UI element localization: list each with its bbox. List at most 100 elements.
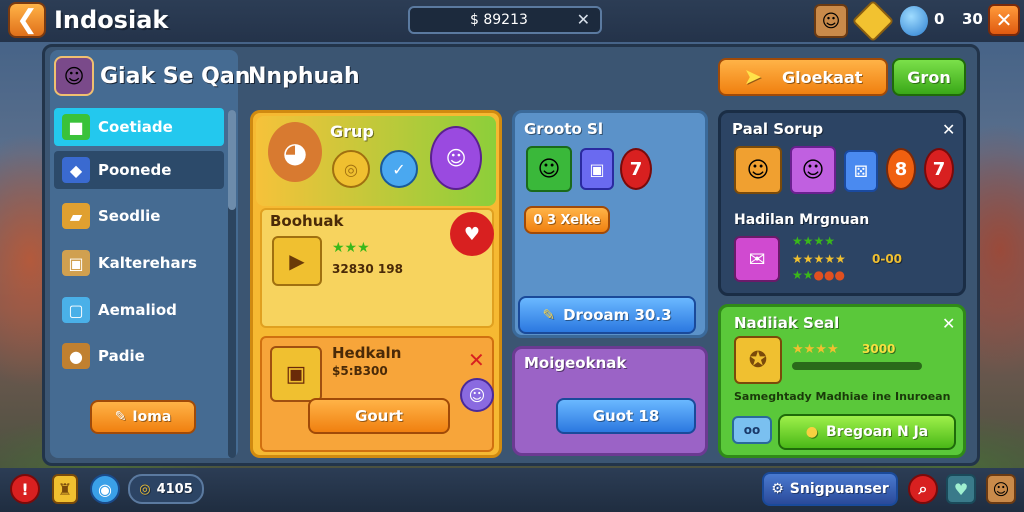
sidebar-item-coetiade[interactable]: ■ Coetiade <box>54 108 224 146</box>
secondary-header-button[interactable]: Gron <box>892 58 966 96</box>
envelope-icon: ✉ <box>734 236 780 282</box>
sidebar-item-label: Poonede <box>98 161 172 179</box>
profile-avatar[interactable]: ☺ <box>986 474 1016 504</box>
sidebar-scroll-thumb[interactable] <box>228 110 236 210</box>
settings-icon: ⚙ <box>771 481 784 497</box>
progress-bar <box>792 362 922 370</box>
pencil-icon: ✎ <box>542 306 556 324</box>
sidebar-item-label: Padie <box>98 347 145 365</box>
currency-b-value: 30 <box>962 10 983 28</box>
currency-search-field[interactable]: $ 89213 ✕ <box>408 6 602 34</box>
grooto-title: Grooto Sl <box>524 120 603 138</box>
character-face-icon: ☺ <box>63 64 85 88</box>
guot-button[interactable]: Guot 18 <box>556 398 696 434</box>
item-boohuak-title: Boohuak <box>270 212 344 230</box>
red-badge: 7 <box>924 148 954 190</box>
blue-dice-icon: ⚄ <box>844 150 878 192</box>
rating-stars: ★★★★ <box>792 234 836 248</box>
item-boohuak-price: 32830 198 <box>332 262 403 276</box>
blue-box-icon: ▢ <box>62 297 90 323</box>
sidebar-item-kalterehars[interactable]: ▣ Kalterehars <box>54 244 224 282</box>
app-title: Indosiak <box>54 6 169 34</box>
xelke-button[interactable]: 0 3 Xelke <box>524 206 610 234</box>
sidebar-item-label: Seodlie <box>98 207 161 225</box>
search-icon[interactable]: ⌕ <box>908 474 938 504</box>
red-badge: 7 <box>620 148 652 190</box>
clear-icon[interactable]: ✕ <box>577 10 590 29</box>
close-card-icon[interactable]: ✕ <box>942 120 955 139</box>
close-button[interactable]: ✕ <box>988 4 1020 36</box>
sidebar-item-padie[interactable]: ● Padie <box>54 337 224 375</box>
hero-portrait-icon: ☺ <box>734 146 782 194</box>
treasure-chest-icon: ▣ <box>270 346 322 402</box>
character-portrait-icon: ☺ <box>526 146 572 192</box>
smiley-icon: ☺ <box>460 378 494 412</box>
lion-emblem-icon: ✪ <box>734 336 782 384</box>
close-icon: ✕ <box>995 8 1013 32</box>
green-cube-icon: ■ <box>62 114 90 140</box>
rating-stars: ★★★ <box>332 240 370 256</box>
panel-subtitle: Nnphuah <box>248 64 360 89</box>
progress-stars: ★★●●● <box>792 268 845 282</box>
heart-icon[interactable]: ♥ <box>946 474 976 504</box>
snigpuanser-label: Snigpuanser <box>789 481 889 497</box>
gourt-button[interactable]: Gourt <box>308 398 450 434</box>
orange-badge: 8 <box>886 148 916 190</box>
back-arrow-icon: ❮ <box>16 5 38 35</box>
water-drop-icon[interactable] <box>900 6 928 36</box>
currency-value: $ 89213 <box>470 12 528 28</box>
primary-button-label: Gloekaat <box>782 67 863 87</box>
drooam-button-label: Drooam 30.3 <box>563 306 672 324</box>
purple-balloon-icon: ☺ <box>430 126 482 190</box>
sidebar-item-label: Aemaliod <box>98 301 177 319</box>
tag-icon: ✎ <box>114 409 127 425</box>
sidebar-item-seodlie[interactable]: ▰ Seodlie <box>54 197 224 235</box>
panel-title: Giak Se Qan <box>100 64 251 89</box>
sidebar-item-poonede[interactable]: ◆ Poonede <box>54 151 224 189</box>
rating-stars-gold: ★★★★★ <box>792 252 846 266</box>
gold-bar-icon: ▰ <box>62 203 90 229</box>
back-button[interactable]: ❮ <box>8 2 46 38</box>
xelke-button-label: 0 3 Xelke <box>533 212 601 228</box>
moigeoknak-title: Moigeoknak <box>524 354 627 372</box>
bread-icon: ● <box>62 343 90 369</box>
sidebar-item-label: Coetiade <box>98 118 173 136</box>
remove-icon[interactable]: ✕ <box>468 348 485 372</box>
rating-stars-gold: ★★★★ <box>792 342 839 357</box>
bregoan-button-label: Bregoan N Ja <box>825 424 929 440</box>
grup-title: Grup <box>330 122 374 141</box>
eyes-icon[interactable]: oo <box>732 416 772 444</box>
purple-cube-icon: ▣ <box>580 148 614 190</box>
coin-icon: ◎ <box>332 150 370 188</box>
close-card-icon[interactable]: ✕ <box>942 314 955 333</box>
alert-icon[interactable]: ! <box>10 474 40 504</box>
hadilan-title: Hadilan Mrgnuan <box>734 212 870 228</box>
trophy-icon[interactable]: ♜ <box>52 474 78 504</box>
rating-value: 0-00 <box>872 252 903 266</box>
nadiiak-description: Sameghtady Madhiae ine Inuroean <box>734 390 951 403</box>
nadiiak-rating-value: 3000 <box>862 342 896 356</box>
coin-counter[interactable]: ◎ 4105 <box>128 474 204 504</box>
blue-badge-icon: ✓ <box>380 150 418 188</box>
globe-icon[interactable]: ◉ <box>90 474 120 504</box>
currency-a-value: 0 <box>934 10 945 28</box>
nadiiak-title: Nadiiak Seal <box>734 314 840 332</box>
chest-icon: ▣ <box>62 250 90 276</box>
primary-header-button[interactable]: ➤ Gloekaat <box>718 58 888 96</box>
sidebar-button-label: Ioma <box>132 409 172 425</box>
red-heart-icon: ♥ <box>450 212 494 256</box>
arrow-right-icon: ➤ <box>743 64 763 90</box>
drooam-button[interactable]: ✎ Drooam 30.3 <box>518 296 696 334</box>
avatar-face-icon: ☺ <box>821 10 841 32</box>
sidebar-item-aemaliod[interactable]: ▢ Aemaliod <box>54 291 224 329</box>
guot-button-label: Guot 18 <box>592 407 660 425</box>
blue-gem-icon: ◆ <box>62 157 90 183</box>
cannon-icon: ▶ <box>272 236 322 286</box>
snigpuanser-button[interactable]: ⚙ Snigpuanser <box>762 472 898 506</box>
coin-icon: ◎ <box>139 481 151 497</box>
character-avatar: ☺ <box>54 56 94 96</box>
gourt-button-label: Gourt <box>355 407 403 425</box>
player-avatar[interactable]: ☺ <box>814 4 848 38</box>
sidebar-action-button[interactable]: ✎ Ioma <box>90 400 196 434</box>
bregoan-button[interactable]: ● Bregoan N Ja <box>778 414 956 450</box>
